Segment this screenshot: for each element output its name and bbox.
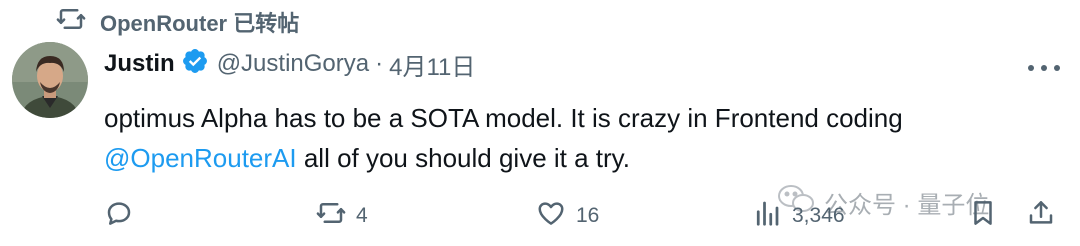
like-count: 16 [576, 204, 600, 227]
more-options-icon[interactable] [1028, 62, 1060, 74]
retweet-label: OpenRouter 已转帖 [100, 11, 300, 36]
retweet-icon [56, 4, 86, 40]
mention-link[interactable]: @OpenRouterAI [104, 143, 297, 173]
share-icon [1026, 198, 1056, 234]
bookmark-icon [968, 198, 998, 234]
tweet-text: optimus Alpha has to be a SOTA model. It… [104, 98, 1054, 178]
author-name[interactable]: Justin [104, 50, 175, 78]
tweet-line-2-rest: all of you should give it a try. [296, 143, 630, 173]
views-icon [752, 198, 782, 234]
tweet-date[interactable]: 4月11日 [389, 47, 475, 82]
bookmark-button[interactable] [968, 196, 998, 236]
verified-icon[interactable] [175, 47, 217, 82]
tweet-line-1: optimus Alpha has to be a SOTA model. It… [104, 103, 903, 133]
retweet-indicator[interactable]: OpenRouter 已转帖 [56, 6, 299, 38]
heart-icon [536, 198, 566, 234]
like-button[interactable]: 16 [536, 196, 599, 236]
views-count: 3,346 [792, 204, 845, 227]
retweet-icon [316, 198, 346, 234]
retweet-count: 4 [356, 204, 368, 227]
tweet-line-2: @OpenRouterAI all of you should give it … [104, 138, 1054, 178]
author-handle[interactable]: @JustinGorya [217, 50, 369, 78]
views-button[interactable]: 3,346 [752, 196, 845, 236]
avatar[interactable] [12, 42, 88, 118]
reply-button[interactable] [104, 196, 134, 236]
retweet-button[interactable]: 4 [316, 196, 368, 236]
action-bar: 4 16 3,346 [104, 196, 1064, 236]
reply-icon [104, 198, 134, 234]
share-button[interactable] [1026, 196, 1056, 236]
separator: · [375, 50, 384, 77]
tweet-header: Justin @JustinGorya · 4月11日 [104, 44, 475, 84]
